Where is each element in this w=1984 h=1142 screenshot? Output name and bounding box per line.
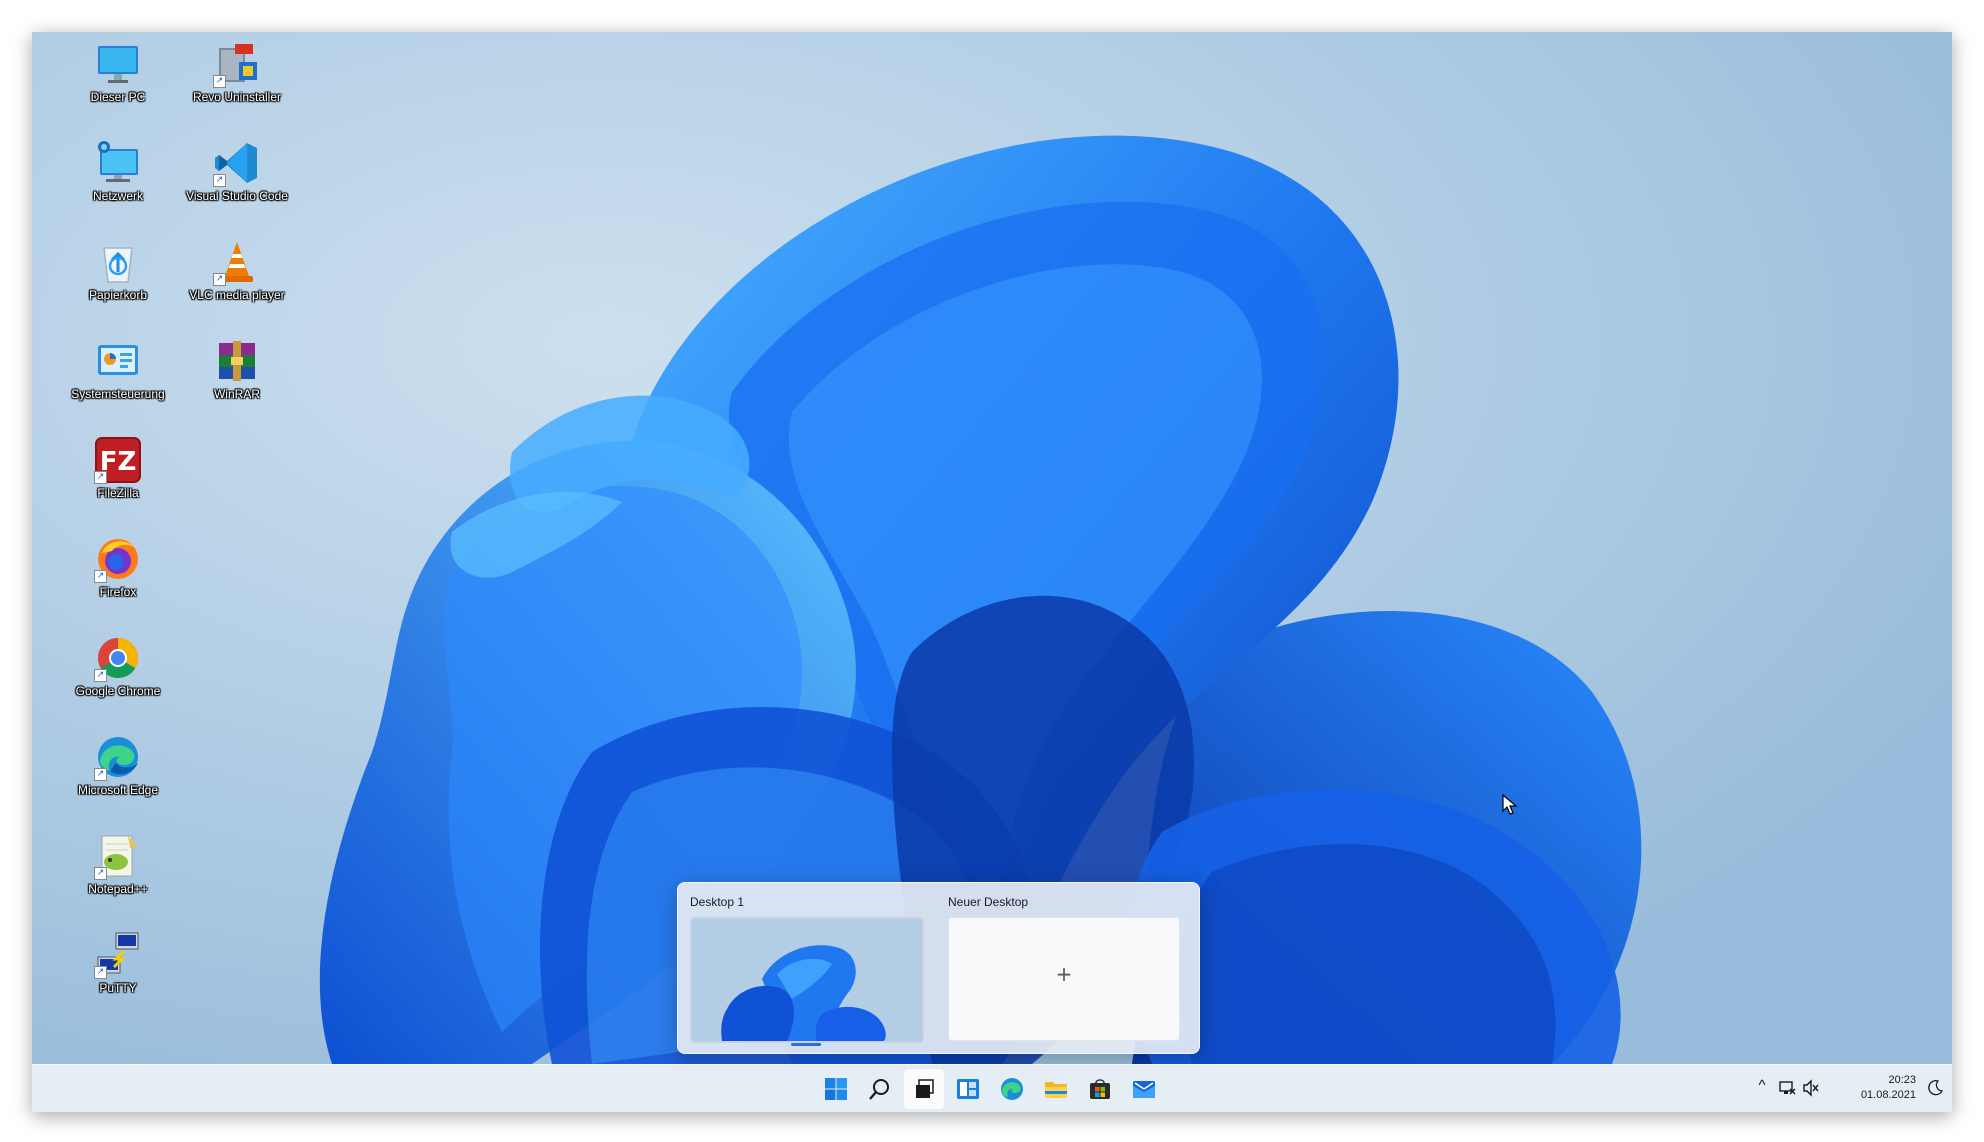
desktop-icon-label: VLC media player [189,288,285,302]
desktop-icon-label: Google Chrome [75,684,161,698]
shortcut-arrow-icon: ↗ [94,768,107,781]
virtual-desktop-title: Neuer Desktop [948,895,1029,909]
desktop-icon-notepadpp[interactable]: ↗ Notepad++ [63,826,173,916]
clock-time: 20:23 [1888,1074,1916,1086]
desktop-icon-label: FileZilla [97,486,139,500]
desktop-screen: Dieser PC Netzwerk Papierkorb Systemsteu… [32,32,1952,1112]
mouse-cursor-icon [1502,794,1518,815]
moon-icon [1928,1080,1944,1096]
desktop-icon-netzwerk[interactable]: Netzwerk [63,133,173,223]
start-button[interactable] [816,1069,856,1109]
new-desktop-button[interactable]: + [948,917,1180,1041]
shortcut-arrow-icon: ↗ [213,174,226,187]
focus-assist-button[interactable] [1926,1079,1946,1099]
desktop-icon-vlc[interactable]: ↗ VLC media player [182,232,292,322]
store-button[interactable] [1080,1069,1120,1109]
taskbar: ^ 20:23 01.08.2021 [32,1064,1952,1112]
virtual-desktop-1[interactable]: Desktop 1 [678,883,924,1053]
network-status-icon [1779,1081,1796,1095]
virtual-desktop-title: Desktop 1 [690,895,745,909]
desktop-icon-microsoft-edge[interactable]: ↗ Microsoft Edge [63,727,173,817]
shortcut-arrow-icon: ↗ [94,471,107,484]
vscode-icon: ↗ [213,139,261,187]
recycle-bin-icon [94,238,142,286]
search-button[interactable] [860,1069,900,1109]
task-view-icon [916,1079,934,1098]
chrome-icon: ↗ [94,634,142,682]
edge-taskbar-button[interactable] [992,1069,1032,1109]
edge-icon: ↗ [94,733,142,781]
shortcut-arrow-icon: ↗ [94,966,107,979]
shortcut-arrow-icon: ↗ [213,273,226,286]
notepadpp-icon: ↗ [94,832,142,880]
desktop-icon-label: WinRAR [213,387,260,401]
desktop-icon-papierkorb[interactable]: Papierkorb [63,232,173,322]
start-icon [825,1078,847,1100]
filezilla-icon: FZ ↗ [94,436,142,484]
store-icon [1090,1079,1110,1099]
desktop-icon-label: Firefox [99,585,137,599]
network-icon [94,139,142,187]
desktop-icon-label: Visual Studio Code [186,189,288,203]
desktop-icon-dieser-pc[interactable]: Dieser PC [63,34,173,124]
mail-button[interactable] [1124,1069,1164,1109]
firefox-icon: ↗ [94,535,142,583]
system-tray: ^ 20:23 01.08.2021 [1732,1065,1952,1112]
desktop-icon-winrar[interactable]: WinRAR [182,331,292,421]
vlc-icon: ↗ [213,238,261,286]
desktop-icon-label: Papierkorb [88,288,148,302]
desktop-icon-label: Microsoft Edge [77,783,159,797]
desktop-icon-filezilla[interactable]: FZ ↗ FileZilla [63,430,173,520]
shortcut-arrow-icon: ↗ [94,570,107,583]
task-view-panel: Desktop 1 Neuer Desktop + [677,882,1200,1054]
active-desktop-indicator [791,1043,821,1046]
putty-icon: ↗ [94,931,142,979]
plus-icon: + [1055,962,1073,986]
shortcut-arrow-icon: ↗ [94,867,107,880]
widgets-icon [957,1079,979,1099]
thumbnail-bloom-image [692,919,922,1041]
desktop-icon-revo-uninstaller[interactable]: ↗ Revo Uninstaller [182,34,292,124]
clock-date: 01.08.2021 [1860,1089,1916,1101]
mail-icon [1133,1081,1155,1098]
network-status-button[interactable] [1778,1079,1798,1099]
desktop-icon-label: Notepad++ [88,882,148,896]
show-hidden-icons-chevron-icon[interactable]: ^ [1752,1077,1772,1097]
widgets-button[interactable] [948,1069,988,1109]
control-panel-icon [94,337,142,385]
search-icon [869,1079,889,1100]
clock[interactable]: 20:23 01.08.2021 [1861,1073,1916,1103]
desktop-icon-label: Netzwerk [92,189,143,203]
computer-icon [94,40,142,88]
winrar-icon [213,337,261,385]
desktop-icon-firefox[interactable]: ↗ Firefox [63,529,173,619]
revo-uninstaller-icon: ↗ [213,40,261,88]
desktop-icon-google-chrome[interactable]: ↗ Google Chrome [63,628,173,718]
desktop-icon-label: PuTTY [99,981,137,995]
desktop-icon-label: Dieser PC [90,90,146,104]
volume-button[interactable] [1802,1079,1822,1099]
virtual-desktop-thumbnail[interactable] [690,917,924,1043]
file-explorer-icon [1045,1082,1067,1098]
new-desktop[interactable]: Neuer Desktop + [936,883,1181,1053]
task-view-button[interactable] [904,1069,944,1109]
desktop-icon-label: Systemsteuerung [71,387,165,401]
shortcut-arrow-icon: ↗ [213,75,226,88]
desktop-icon-visual-studio-code[interactable]: ↗ Visual Studio Code [182,133,292,223]
desktop-icon-putty[interactable]: ↗ PuTTY [63,925,173,1015]
desktop-icon-systemsteuerung[interactable]: Systemsteuerung [63,331,173,421]
shortcut-arrow-icon: ↗ [94,669,107,682]
desktop-icon-label: Revo Uninstaller [192,90,282,104]
volume-muted-icon [1803,1079,1819,1097]
edge-icon [1001,1078,1023,1100]
file-explorer-button[interactable] [1036,1069,1076,1109]
